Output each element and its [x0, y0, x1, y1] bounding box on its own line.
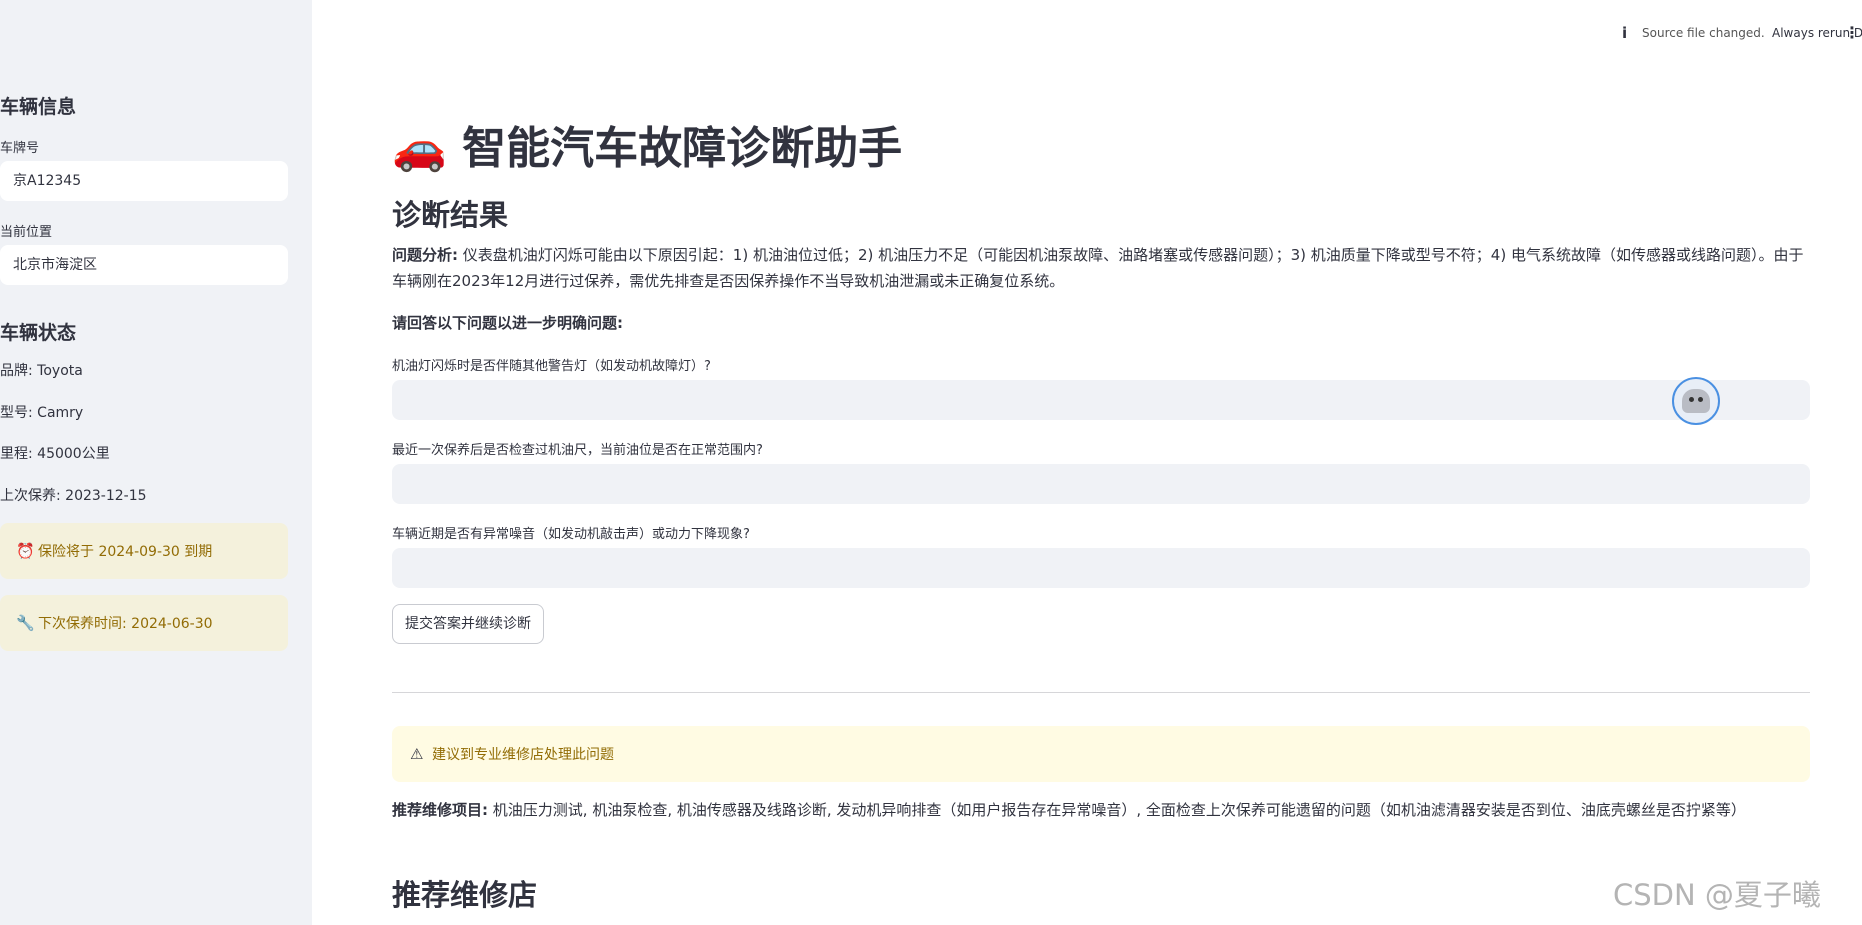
question-input-2[interactable]: [392, 464, 1810, 504]
main-content: i Source file changed. Always rerun Depl…: [312, 0, 1862, 925]
alarm-clock-icon: ⏰: [16, 542, 35, 560]
source-changed-text: Source file changed.: [1642, 26, 1765, 40]
questions-heading: 请回答以下问题以进一步明确问题:: [392, 314, 624, 332]
location-label: 当前位置: [0, 225, 53, 240]
repair-warning-alert: ⚠ 建议到专业维修店处理此问题: [392, 726, 1810, 782]
repair-items-label: 推荐维修项目:: [392, 801, 488, 819]
watermark: CSDN @夏子曦: [1613, 878, 1821, 912]
next-service-alert-text: 下次保养时间: 2024-06-30: [38, 616, 213, 632]
mileage-text: 里程: 45000公里: [0, 446, 110, 462]
submit-answers-button[interactable]: 提交答案并继续诊断: [392, 604, 544, 644]
section-divider: [392, 692, 1810, 693]
next-service-alert: 🔧 下次保养时间: 2024-06-30: [0, 595, 288, 651]
recommended-shops-heading: 推荐维修店: [392, 878, 538, 912]
assistant-avatar[interactable]: [1672, 377, 1720, 425]
analysis-paragraph: 问题分析: 仪表盘机油灯闪烁可能由以下原因引起：1) 机油油位过低；2) 机油压…: [392, 242, 1810, 294]
repair-items-text: 机油压力测试, 机油泵检查, 机油传感器及线路诊断, 发动机异响排查（如用户报告…: [492, 801, 1746, 819]
plate-input[interactable]: 京A12345: [0, 161, 288, 201]
info-icon: i: [1622, 24, 1628, 42]
question-label-2: 最近一次保养后是否检查过机油尺，当前油位是否在正常范围内?: [392, 443, 763, 458]
insurance-alert: ⏰ 保险将于 2024-09-30 到期: [0, 523, 288, 579]
question-label-1: 机油灯闪烁时是否伴随其他警告灯（如发动机故障灯）?: [392, 359, 711, 374]
warning-icon: ⚠: [410, 745, 424, 763]
diagnosis-heading: 诊断结果: [392, 198, 509, 232]
location-input[interactable]: 北京市海淀区: [0, 245, 288, 285]
insurance-alert-text: 保险将于 2024-09-30 到期: [38, 544, 213, 560]
main-menu-icon[interactable]: ⋮: [1844, 23, 1860, 42]
analysis-label: 问题分析:: [392, 246, 458, 264]
question-input-3[interactable]: [392, 548, 1810, 588]
brand-text: 品牌: Toyota: [0, 363, 83, 379]
question-label-3: 车辆近期是否有异常噪音（如发动机敲击声）或动力下降现象?: [392, 527, 750, 542]
page-title: 🚗 智能汽车故障诊断助手: [392, 112, 902, 176]
vehicle-status-heading: 车辆状态: [0, 322, 77, 344]
model-text: 型号: Camry: [0, 405, 84, 421]
top-toolbar: i Source file changed. Always rerun Depl…: [1622, 18, 1862, 48]
repair-items-paragraph: 推荐维修项目: 机油压力测试, 机油泵检查, 机油传感器及线路诊断, 发动机异响…: [392, 797, 1810, 823]
analysis-text: 仪表盘机油灯闪烁可能由以下原因引起：1) 机油油位过低；2) 机油压力不足（可能…: [392, 246, 1804, 290]
question-input-1[interactable]: [392, 380, 1810, 420]
sidebar: 车辆信息 车牌号 京A12345 当前位置 北京市海淀区 车辆状态 品牌: To…: [0, 0, 312, 925]
robot-face-icon: [1682, 389, 1710, 413]
page-title-text: 智能汽车故障诊断助手: [462, 123, 903, 174]
wrench-icon: 🔧: [16, 614, 35, 632]
plate-label: 车牌号: [0, 141, 40, 156]
car-icon: 🚗: [392, 123, 447, 174]
repair-warning-text: 建议到专业维修店处理此问题: [432, 747, 614, 763]
vehicle-info-heading: 车辆信息: [0, 96, 77, 118]
last-service-text: 上次保养: 2023-12-15: [0, 488, 147, 504]
